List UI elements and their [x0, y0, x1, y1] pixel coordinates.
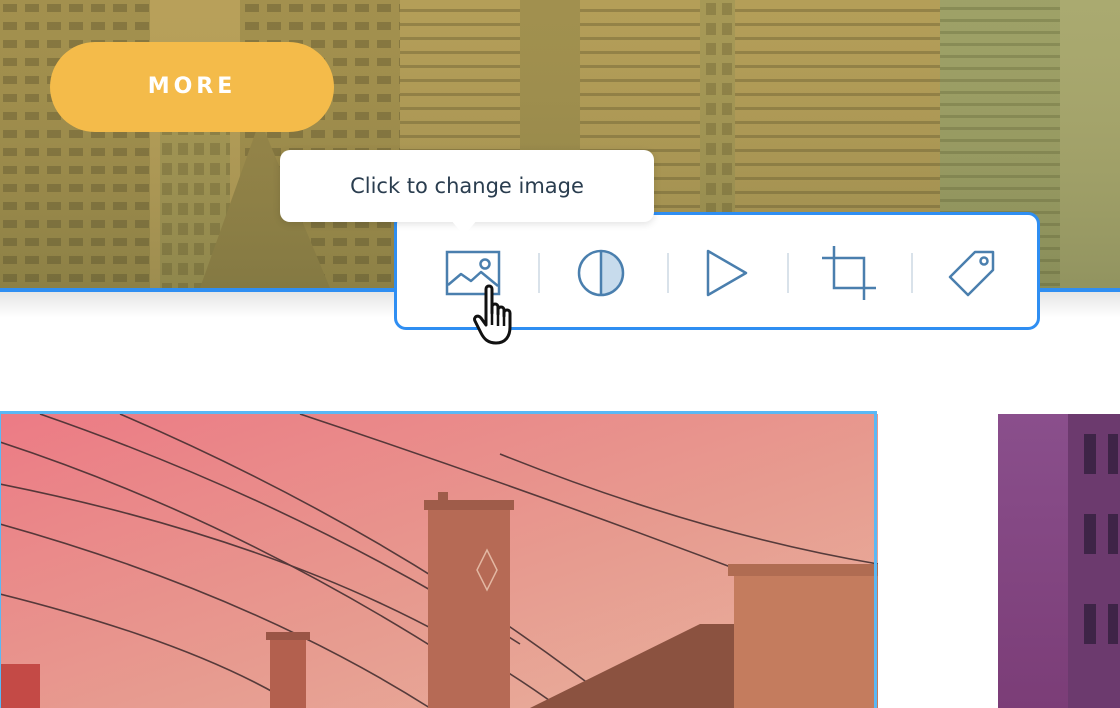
hand-pointer-icon	[473, 284, 512, 345]
tooltip: Click to change image	[280, 150, 654, 222]
video-button[interactable]	[691, 237, 763, 309]
building-photo	[998, 414, 1120, 708]
toolbar-divider	[667, 253, 669, 293]
play-icon	[706, 249, 748, 297]
more-button[interactable]: MORE	[50, 42, 334, 132]
toolbar-divider	[911, 253, 913, 293]
tooltip-text: Click to change image	[350, 174, 584, 198]
factory-photo	[0, 414, 878, 708]
crop-icon	[822, 246, 876, 300]
crop-button[interactable]	[813, 237, 885, 309]
toolbar-divider	[787, 253, 789, 293]
contrast-button[interactable]	[565, 237, 637, 309]
contrast-icon	[577, 249, 625, 297]
building-image[interactable]	[998, 414, 1120, 708]
toolbar-divider	[538, 253, 540, 293]
tag-icon	[948, 250, 995, 297]
tooltip-arrow	[451, 220, 477, 236]
editor-canvas: MORE Click to change image	[0, 0, 1120, 708]
factory-image[interactable]	[0, 414, 878, 708]
tag-button[interactable]	[937, 237, 1009, 309]
